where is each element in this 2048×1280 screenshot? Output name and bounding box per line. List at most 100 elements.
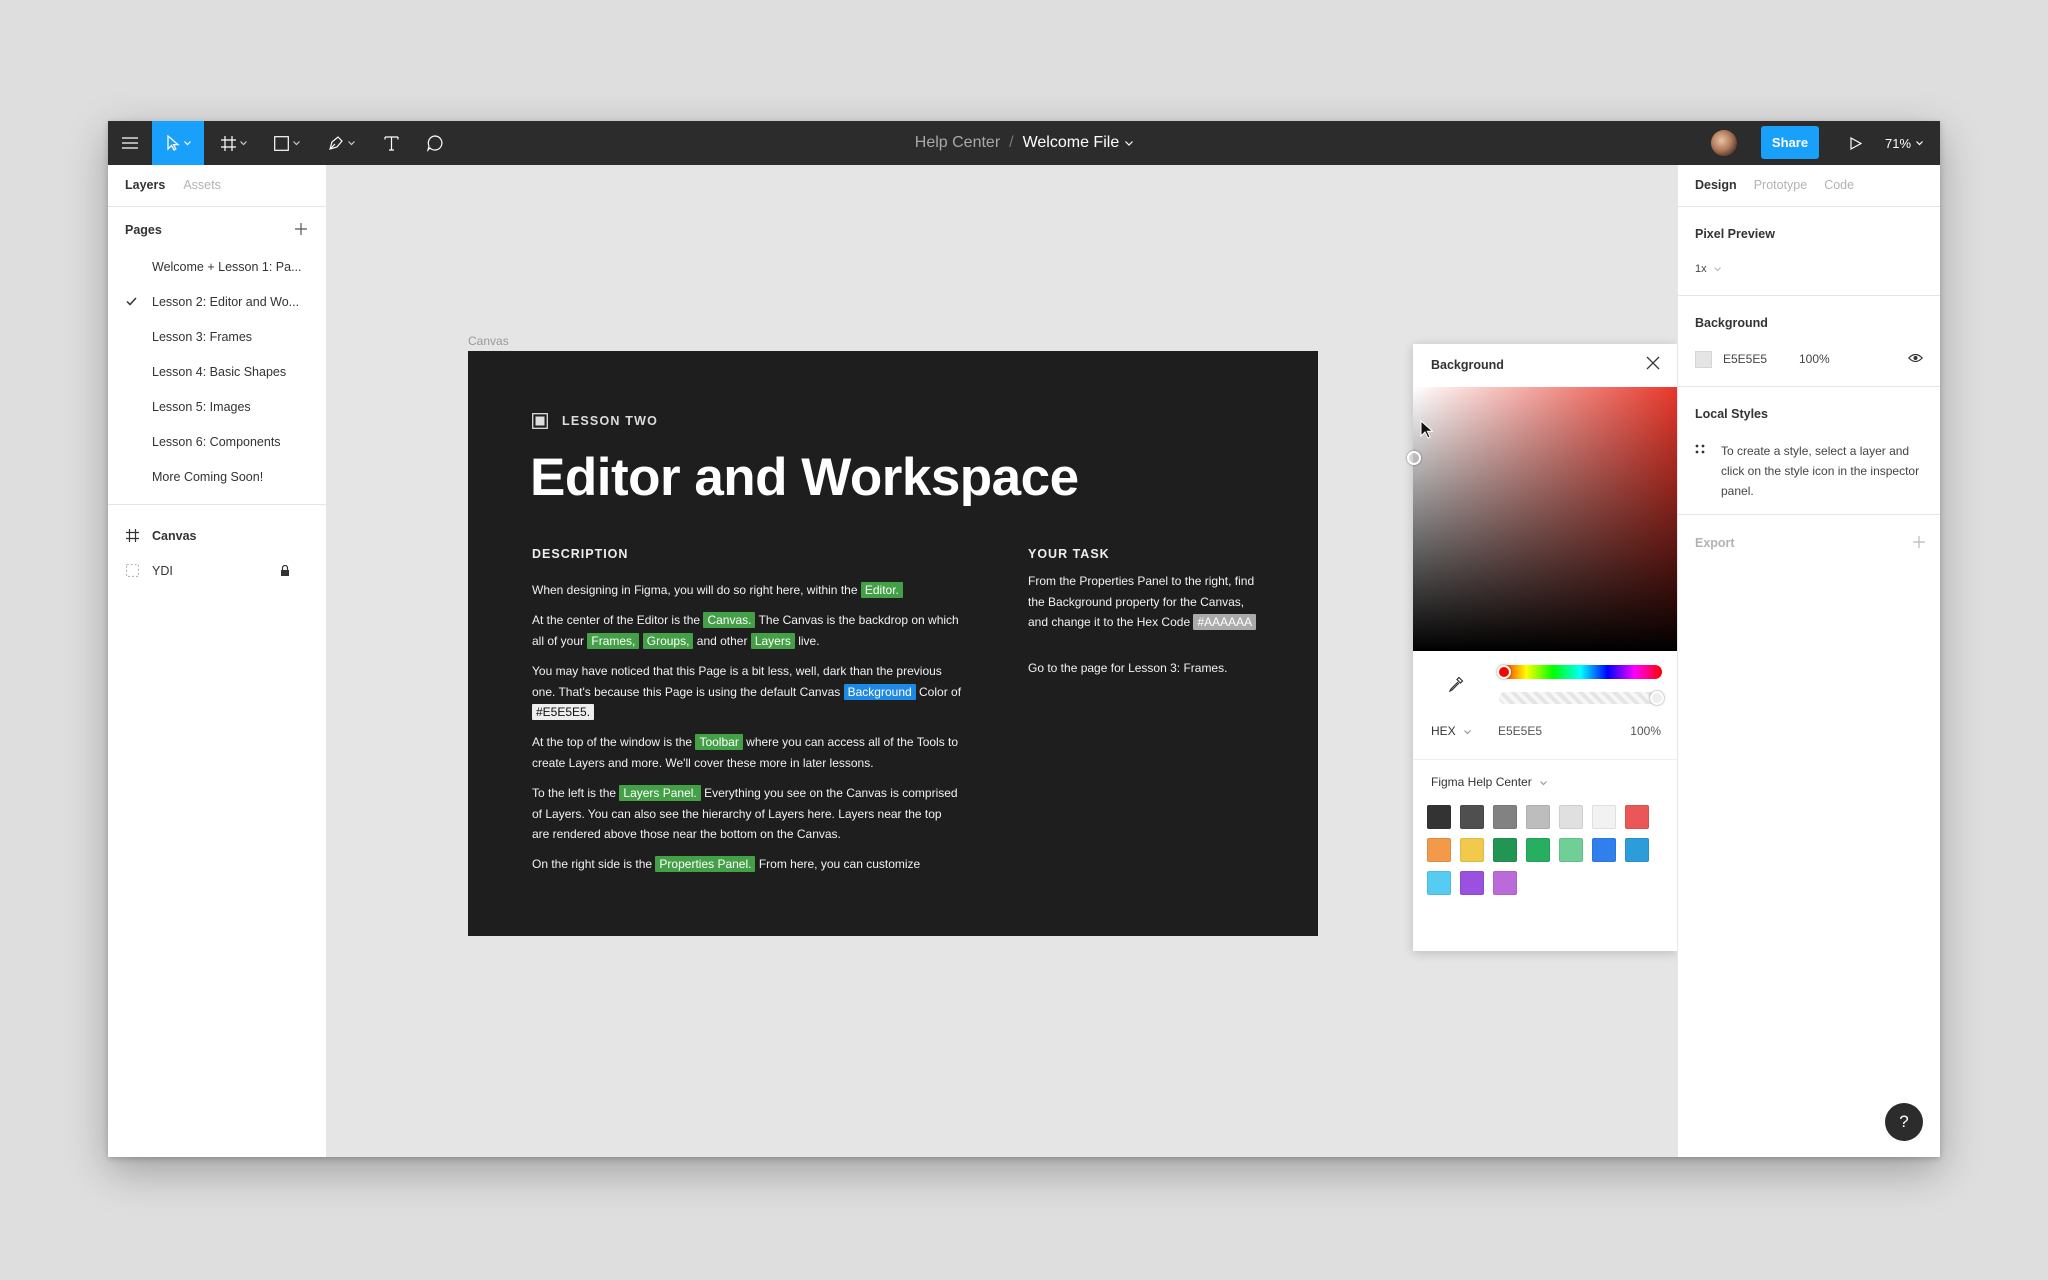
zoom-level: 71%: [1885, 135, 1912, 151]
color-swatch[interactable]: [1592, 838, 1616, 862]
library-dropdown[interactable]: Figma Help Center: [1431, 775, 1547, 789]
tab-layers[interactable]: Layers: [125, 178, 165, 192]
lock-icon[interactable]: [280, 565, 290, 576]
help-button[interactable]: ?: [1885, 1103, 1923, 1141]
opacity-input[interactable]: 100%: [1630, 724, 1661, 738]
background-color-swatch[interactable]: [1695, 351, 1712, 368]
chevron-down-icon: [1713, 267, 1721, 272]
library-label: Figma Help Center: [1431, 775, 1532, 789]
text-tool-button[interactable]: [371, 121, 411, 165]
pixel-preview-dropdown[interactable]: 1x: [1695, 263, 1721, 275]
frame-tool-button[interactable]: [212, 121, 256, 165]
color-swatch[interactable]: [1526, 838, 1550, 862]
breadcrumb-separator: /: [1009, 134, 1014, 151]
layer-item-ydi[interactable]: YDI: [108, 553, 326, 588]
saturation-value-area[interactable]: [1407, 387, 1677, 651]
color-mode-dropdown[interactable]: HEX: [1431, 724, 1471, 738]
highlight-hex-aaaaaa: #AAAAAA: [1193, 614, 1257, 630]
left-panel-tabs: Layers Assets: [125, 178, 221, 192]
color-picker-handle[interactable]: [1407, 451, 1421, 465]
page-item-selected[interactable]: Lesson 2: Editor and Wo...: [108, 284, 326, 319]
frame-label[interactable]: Canvas: [468, 334, 509, 348]
hue-slider[interactable]: [1497, 665, 1662, 679]
page-item[interactable]: Lesson 3: Frames: [108, 319, 326, 354]
highlight-background: Background: [843, 683, 916, 700]
tab-design[interactable]: Design: [1695, 178, 1737, 192]
color-picker-title: Background: [1431, 358, 1504, 372]
color-swatch[interactable]: [1493, 838, 1517, 862]
text-run: live.: [798, 633, 820, 648]
text-run: When designing in Figma, you will do so …: [532, 583, 858, 597]
text-run: Go to the page for Lesson 3: Frames.: [1028, 661, 1228, 675]
page-item[interactable]: Lesson 5: Images: [108, 389, 326, 424]
color-swatch[interactable]: [1493, 871, 1517, 895]
move-tool-button[interactable]: [152, 121, 204, 165]
chevron-down-icon: [1540, 781, 1547, 786]
properties-panel: Design Prototype Code Pixel Preview 1x B…: [1677, 165, 1940, 1157]
color-swatch[interactable]: [1559, 805, 1583, 829]
color-swatch[interactable]: [1427, 838, 1451, 862]
add-page-icon[interactable]: [294, 222, 308, 236]
color-swatch[interactable]: [1592, 805, 1616, 829]
menu-icon[interactable]: [108, 121, 152, 165]
opacity-slider[interactable]: [1499, 691, 1664, 705]
frame-tool-icon: [221, 135, 236, 151]
checkmark-icon: [126, 297, 137, 306]
zoom-dropdown[interactable]: 71%: [1885, 121, 1923, 165]
comment-tool-icon: [426, 134, 444, 152]
eyedropper-icon[interactable]: [1448, 676, 1464, 692]
layer-item-canvas[interactable]: Canvas: [108, 518, 326, 553]
tab-code[interactable]: Code: [1824, 178, 1854, 192]
divider: [108, 206, 326, 207]
tab-assets[interactable]: Assets: [183, 178, 221, 192]
present-button[interactable]: [1836, 121, 1876, 165]
frame-icon: [126, 529, 139, 542]
color-swatch[interactable]: [1625, 838, 1649, 862]
add-export-icon[interactable]: [1912, 535, 1926, 549]
divider: [1678, 514, 1940, 515]
chevron-down-icon[interactable]: [1125, 140, 1134, 146]
highlight-layers-panel: Layers Panel.: [619, 785, 701, 801]
file-name[interactable]: Welcome File: [1023, 134, 1120, 152]
avatar[interactable]: [1711, 130, 1737, 156]
color-swatch[interactable]: [1460, 805, 1484, 829]
chevron-down-icon: [1464, 730, 1471, 735]
pixel-preview-label: Pixel Preview: [1695, 227, 1775, 241]
color-swatch[interactable]: [1526, 805, 1550, 829]
color-swatch[interactable]: [1559, 838, 1583, 862]
color-swatch[interactable]: [1427, 805, 1451, 829]
hex-input[interactable]: E5E5E5: [1498, 724, 1542, 738]
close-icon[interactable]: [1646, 356, 1660, 370]
page-label: Welcome + Lesson 1: Pa...: [152, 259, 302, 274]
description-paragraph: To the left is the Layers Panel. Everyth…: [532, 783, 962, 845]
frame-logo-icon: [532, 413, 548, 429]
page-item[interactable]: Lesson 4: Basic Shapes: [108, 354, 326, 389]
page-label: More Coming Soon!: [152, 469, 264, 484]
tab-prototype[interactable]: Prototype: [1754, 178, 1808, 192]
background-hex-input[interactable]: E5E5E5: [1723, 352, 1767, 366]
page-item[interactable]: More Coming Soon!: [108, 459, 326, 494]
share-button[interactable]: Share: [1761, 126, 1819, 159]
local-styles-hint: To create a style, select a layer and cl…: [1721, 444, 1920, 498]
hue-slider-handle[interactable]: [1497, 665, 1511, 679]
color-swatch[interactable]: [1427, 871, 1451, 895]
page-label: Lesson 3: Frames: [152, 329, 253, 344]
color-swatch[interactable]: [1460, 838, 1484, 862]
color-swatch[interactable]: [1460, 871, 1484, 895]
lesson-frame[interactable]: LESSON TWO Editor and Workspace DESCRIPT…: [468, 351, 1318, 936]
page-item[interactable]: Lesson 6: Components: [108, 424, 326, 459]
pen-tool-button[interactable]: [319, 121, 363, 165]
chevron-down-icon: [1916, 140, 1923, 145]
highlight-properties-panel: Properties Panel.: [655, 856, 756, 872]
comment-tool-button[interactable]: [414, 121, 456, 165]
breadcrumb-project[interactable]: Help Center: [915, 134, 1000, 152]
background-opacity-input[interactable]: 100%: [1799, 352, 1830, 366]
color-swatch[interactable]: [1493, 805, 1517, 829]
shape-tool-button[interactable]: [265, 121, 309, 165]
eye-icon[interactable]: [1908, 353, 1923, 363]
color-swatch[interactable]: [1625, 805, 1649, 829]
page-item[interactable]: Welcome + Lesson 1: Pa...: [108, 249, 326, 284]
opacity-slider-handle[interactable]: [1650, 691, 1664, 705]
right-panel-tabs: Design Prototype Code: [1695, 178, 1854, 192]
description-paragraph: At the center of the Editor is the Canva…: [532, 610, 962, 651]
